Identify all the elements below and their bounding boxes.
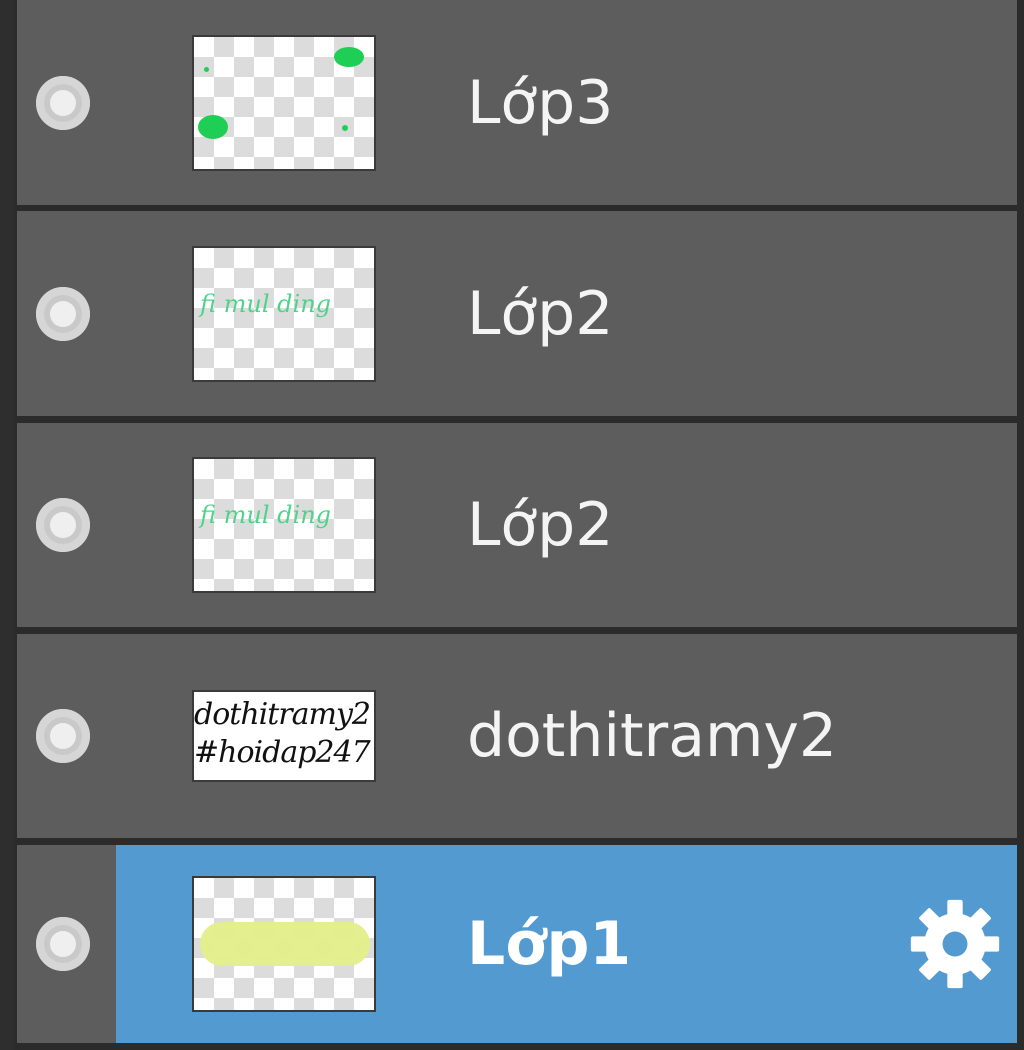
layer-row-lop2[interactable]: ﬁ mul ding Lớp2 bbox=[17, 211, 1017, 416]
layer-thumbnail bbox=[192, 876, 376, 1012]
panel-left-edge bbox=[0, 0, 14, 1050]
layers-panel: Lớp3 ﬁ mul ding Lớp2 ﬁ mul ding Lớp2 dot… bbox=[0, 0, 1024, 1050]
visibility-dot-icon[interactable] bbox=[36, 709, 90, 763]
layer-name[interactable]: Lớp3 bbox=[467, 73, 613, 133]
layer-thumbnail bbox=[192, 34, 376, 171]
layer-name[interactable]: Lớp2 bbox=[467, 284, 613, 344]
layer-thumbnail: ﬁ mul ding bbox=[192, 457, 376, 593]
visibility-dot-icon[interactable] bbox=[36, 498, 90, 552]
layer-row-dothitramy2[interactable]: dothitramy2 #hoidap247 dothitramy2 bbox=[17, 634, 1017, 838]
visibility-dot-icon[interactable] bbox=[36, 75, 90, 130]
gear-icon[interactable] bbox=[907, 896, 1003, 992]
layer-name[interactable]: dothitramy2 bbox=[467, 706, 837, 766]
layer-row-lop3[interactable]: Lớp3 bbox=[17, 0, 1017, 205]
thumbnail-green-text: ﬁ mul ding bbox=[200, 501, 332, 529]
thumbnail-green-text: ﬁ mul ding bbox=[200, 289, 332, 318]
layer-name[interactable]: Lớp2 bbox=[467, 495, 613, 555]
thumbnail-text-line: dothitramy2 bbox=[194, 697, 371, 732]
layer-row-lop1[interactable]: Lớp1 bbox=[17, 845, 1017, 1043]
layer-thumbnail: dothitramy2 #hoidap247 bbox=[192, 690, 376, 782]
layer-thumbnail: ﬁ mul ding bbox=[192, 245, 376, 382]
layer-name[interactable]: Lớp1 bbox=[467, 914, 631, 974]
visibility-dot-icon[interactable] bbox=[36, 917, 90, 971]
thumbnail-text-line: #hoidap247 bbox=[194, 735, 371, 770]
visibility-dot-icon[interactable] bbox=[36, 286, 90, 341]
layer-row-lop2[interactable]: ﬁ mul ding Lớp2 bbox=[17, 423, 1017, 627]
